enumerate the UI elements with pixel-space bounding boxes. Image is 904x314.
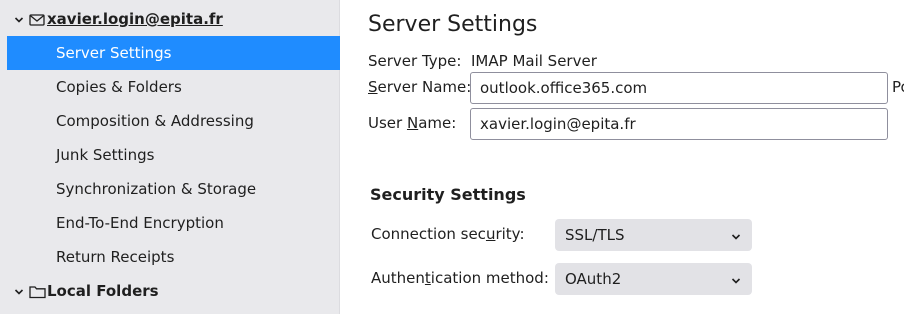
authentication-method-label: Authentication method:	[371, 269, 549, 287]
authentication-method-label-rest: ication method:	[430, 269, 549, 287]
account-name: xavier.login@epita.fr	[47, 10, 223, 28]
sidebar-item-end-to-end-encryption[interactable]: End-To-End Encryption	[7, 206, 340, 240]
account-settings-sidebar: xavier.login@epita.fr Server Settings Co…	[0, 0, 340, 314]
server-name-label-rest: erver Name:	[377, 78, 472, 96]
chevron-down-icon	[730, 273, 742, 285]
user-name-label: User Name:	[368, 114, 456, 132]
server-type-label: Server Type:	[368, 52, 462, 70]
security-settings-heading: Security Settings	[370, 185, 526, 204]
sidebar-item-junk-settings[interactable]: Junk Settings	[7, 138, 340, 172]
server-type-value: IMAP Mail Server	[471, 52, 597, 70]
connection-security-select[interactable]: SSL/TLS	[555, 219, 752, 251]
authentication-method-value: OAuth2	[565, 270, 622, 288]
local-folders-label: Local Folders	[47, 282, 159, 300]
authentication-method-label-pre: Authen	[371, 269, 425, 287]
chevron-down-icon[interactable]	[13, 14, 25, 26]
page-title: Server Settings	[368, 12, 538, 37]
server-name-label: Server Name:	[368, 78, 471, 96]
account-tree-item[interactable]: xavier.login@epita.fr	[0, 6, 340, 34]
account-settings-window: xavier.login@epita.fr Server Settings Co…	[0, 0, 904, 314]
sidebar-item-return-receipts[interactable]: Return Receipts	[7, 240, 340, 274]
connection-security-label: Connection security:	[371, 225, 525, 243]
connection-security-label-rest: rity:	[495, 225, 525, 243]
sidebar-item-server-settings[interactable]: Server Settings	[7, 36, 340, 70]
user-name-label-pre: User	[368, 114, 407, 132]
connection-security-label-pre: Connection sec	[371, 225, 486, 243]
user-name-label-rest: ame:	[418, 114, 457, 132]
port-label: Po	[892, 78, 904, 96]
connection-security-value: SSL/TLS	[565, 226, 625, 244]
user-name-input[interactable]	[470, 108, 888, 140]
sidebar-item-synchronization-storage[interactable]: Synchronization & Storage	[7, 172, 340, 206]
sidebar-item-copies-folders[interactable]: Copies & Folders	[7, 70, 340, 104]
user-name-accesskey: N	[406, 114, 419, 132]
server-name-input[interactable]	[470, 72, 888, 104]
chevron-down-icon	[730, 229, 742, 241]
chevron-down-icon[interactable]	[13, 286, 25, 298]
folder-icon	[29, 284, 46, 303]
server-settings-panel: Server Settings Server Type: IMAP Mail S…	[341, 0, 904, 314]
authentication-method-select[interactable]: OAuth2	[555, 263, 752, 295]
sidebar-item-composition-addressing[interactable]: Composition & Addressing	[7, 104, 340, 138]
server-name-accesskey: S	[368, 78, 378, 96]
mail-icon	[29, 13, 45, 31]
